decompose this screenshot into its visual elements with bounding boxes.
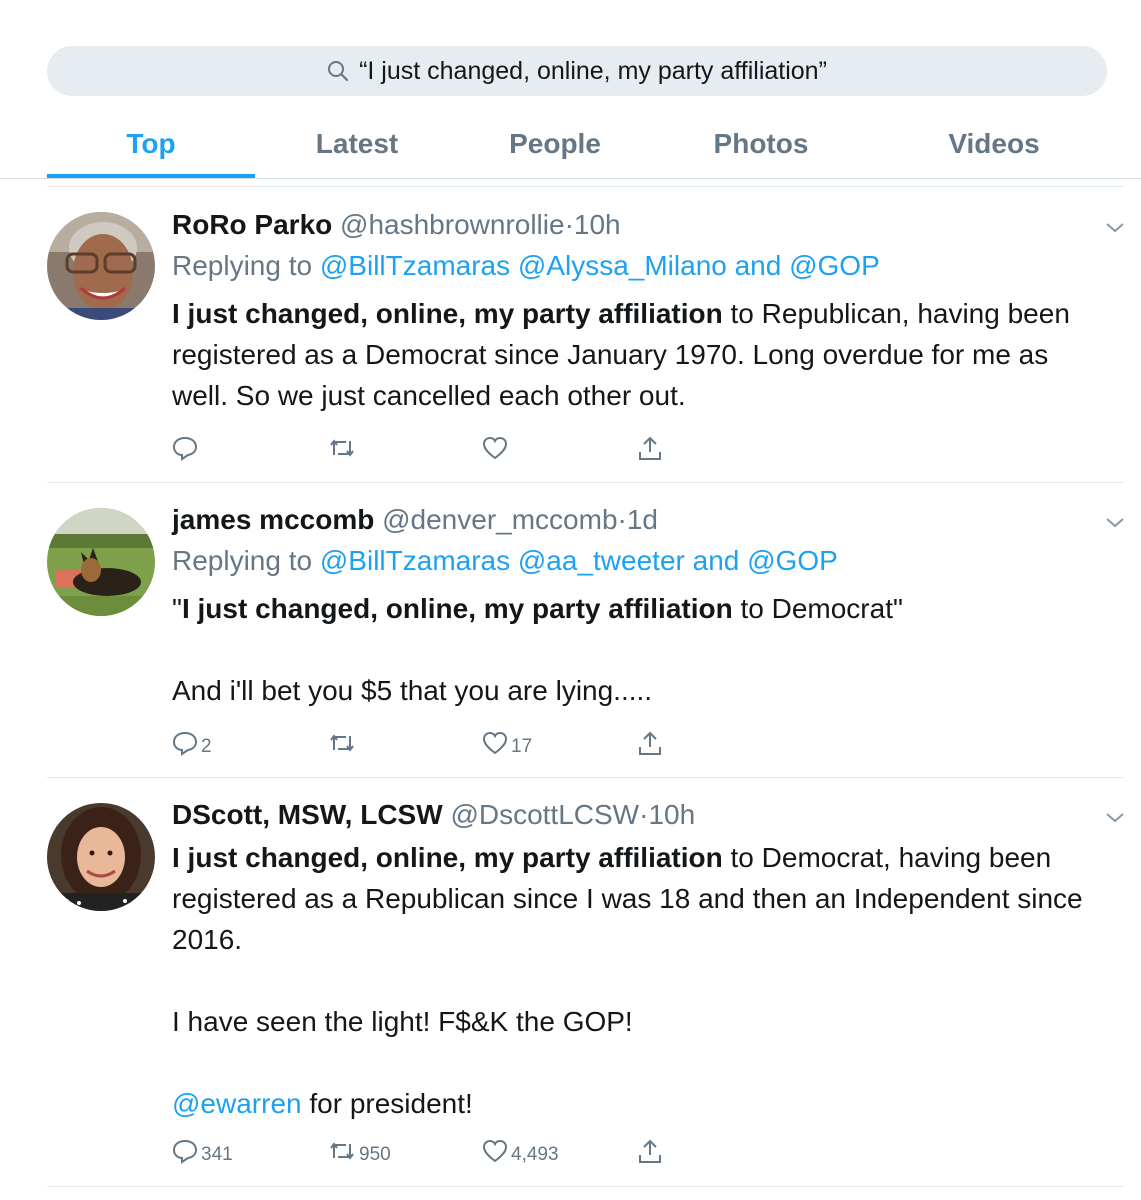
timeline-top-divider [47, 186, 1123, 187]
share-icon [639, 436, 661, 460]
tab-top[interactable]: Top [47, 110, 255, 178]
heart-icon [482, 731, 508, 755]
search-tabs: Top Latest People Photos Videos [47, 110, 1127, 178]
chevron-down-icon[interactable] [1103, 515, 1127, 531]
retweet-button[interactable]: 950 [328, 1133, 391, 1169]
avatar[interactable] [47, 212, 155, 320]
retweet-count: 950 [359, 1144, 391, 1165]
retweet-icon [330, 439, 354, 457]
search-bar[interactable]: “I just changed, online, my party affili… [47, 46, 1107, 96]
reply-icon [172, 1139, 198, 1164]
tweet-text: "I just changed, online, my party affili… [172, 588, 1102, 711]
tab-people[interactable]: People [457, 110, 653, 178]
tweet-text-bold: I just changed, online, my party affilia… [172, 298, 723, 329]
retweet-icon [330, 734, 354, 752]
tweet-time[interactable]: 10h [574, 209, 621, 240]
tab-videos[interactable]: Videos [887, 110, 1101, 178]
tweet-divider [47, 777, 1123, 778]
reply-mentions[interactable]: @BillTzamaras @Alyssa_Milano and @GOP [320, 250, 880, 281]
replying-prefix: Replying to [172, 250, 320, 281]
chevron-down-icon[interactable] [1103, 810, 1127, 826]
reply-count: 2 [201, 736, 212, 757]
author-handle[interactable]: @DscottLCSW [450, 799, 639, 830]
tweet-actions: 2 17 [172, 725, 692, 761]
retweet-button[interactable] [328, 430, 359, 466]
tabs-divider [0, 178, 1141, 179]
reply-icon [172, 731, 198, 756]
like-count: 17 [511, 736, 533, 757]
reply-button[interactable] [172, 430, 201, 466]
share-button[interactable] [637, 430, 663, 466]
tweet-text-bold: I just changed, online, my party affilia… [181, 593, 733, 624]
replying-to: Replying to @BillTzamaras @aa_tweeter an… [172, 540, 1102, 582]
share-icon [639, 1139, 661, 1163]
share-icon [639, 731, 661, 755]
tweet-divider [47, 482, 1123, 483]
tweet-time[interactable]: 1d [627, 504, 658, 535]
search-icon [327, 60, 349, 82]
like-button[interactable]: 17 [482, 725, 532, 761]
tweet-text-para2: And i'll bet you $5 that you are lying..… [172, 675, 653, 706]
tweet-actions: 341 950 4,493 [172, 1133, 692, 1169]
author-name[interactable]: james mccomb [172, 504, 374, 535]
tweet-text-rest: to Democrat" [732, 593, 903, 624]
like-count: 4,493 [511, 1144, 559, 1165]
mention-link[interactable]: @ewarren [172, 1088, 302, 1119]
heart-icon [482, 436, 508, 460]
reply-button[interactable]: 2 [172, 725, 212, 761]
retweet-button[interactable] [328, 725, 359, 761]
reply-mentions[interactable]: @BillTzamaras @aa_tweeter and @GOP [320, 545, 838, 576]
heart-icon [482, 1139, 508, 1163]
like-button[interactable]: 4,493 [482, 1133, 559, 1169]
separator-dot: · [617, 504, 627, 535]
search-query[interactable]: “I just changed, online, my party affili… [359, 57, 827, 86]
tweet-divider [47, 1186, 1123, 1187]
tweet-text-para3: for president! [301, 1088, 473, 1119]
replying-prefix: Replying to [172, 545, 320, 576]
avatar[interactable] [47, 803, 155, 911]
tweet-actions [172, 430, 692, 466]
tab-photos[interactable]: Photos [659, 110, 863, 178]
author-handle[interactable]: @hashbrownrollie [340, 209, 565, 240]
chevron-down-icon[interactable] [1103, 220, 1127, 236]
reply-button[interactable]: 341 [172, 1133, 233, 1169]
avatar[interactable] [47, 508, 155, 616]
like-button[interactable] [482, 430, 511, 466]
tweet-time[interactable]: 10h [648, 799, 695, 830]
share-button[interactable] [637, 725, 663, 761]
tweet-text: I just changed, online, my party affilia… [172, 837, 1102, 1124]
tab-latest[interactable]: Latest [257, 110, 457, 178]
tweet-text-para2: I have seen the light! F$&K the GOP! [172, 1006, 633, 1037]
author-name[interactable]: DScott, MSW, LCSW [172, 799, 443, 830]
tweet-text: I just changed, online, my party affilia… [172, 293, 1102, 416]
replying-to: Replying to @BillTzamaras @Alyssa_Milano… [172, 245, 1102, 287]
reply-icon [172, 436, 198, 461]
reply-count: 341 [201, 1144, 233, 1165]
quote-mark: " [172, 593, 182, 624]
retweet-icon [330, 1142, 354, 1160]
share-button[interactable] [637, 1133, 663, 1169]
separator-dot: · [564, 209, 574, 240]
author-name[interactable]: RoRo Parko [172, 209, 332, 240]
tweet-text-bold: I just changed, online, my party affilia… [172, 842, 723, 873]
author-handle[interactable]: @denver_mccomb [382, 504, 617, 535]
